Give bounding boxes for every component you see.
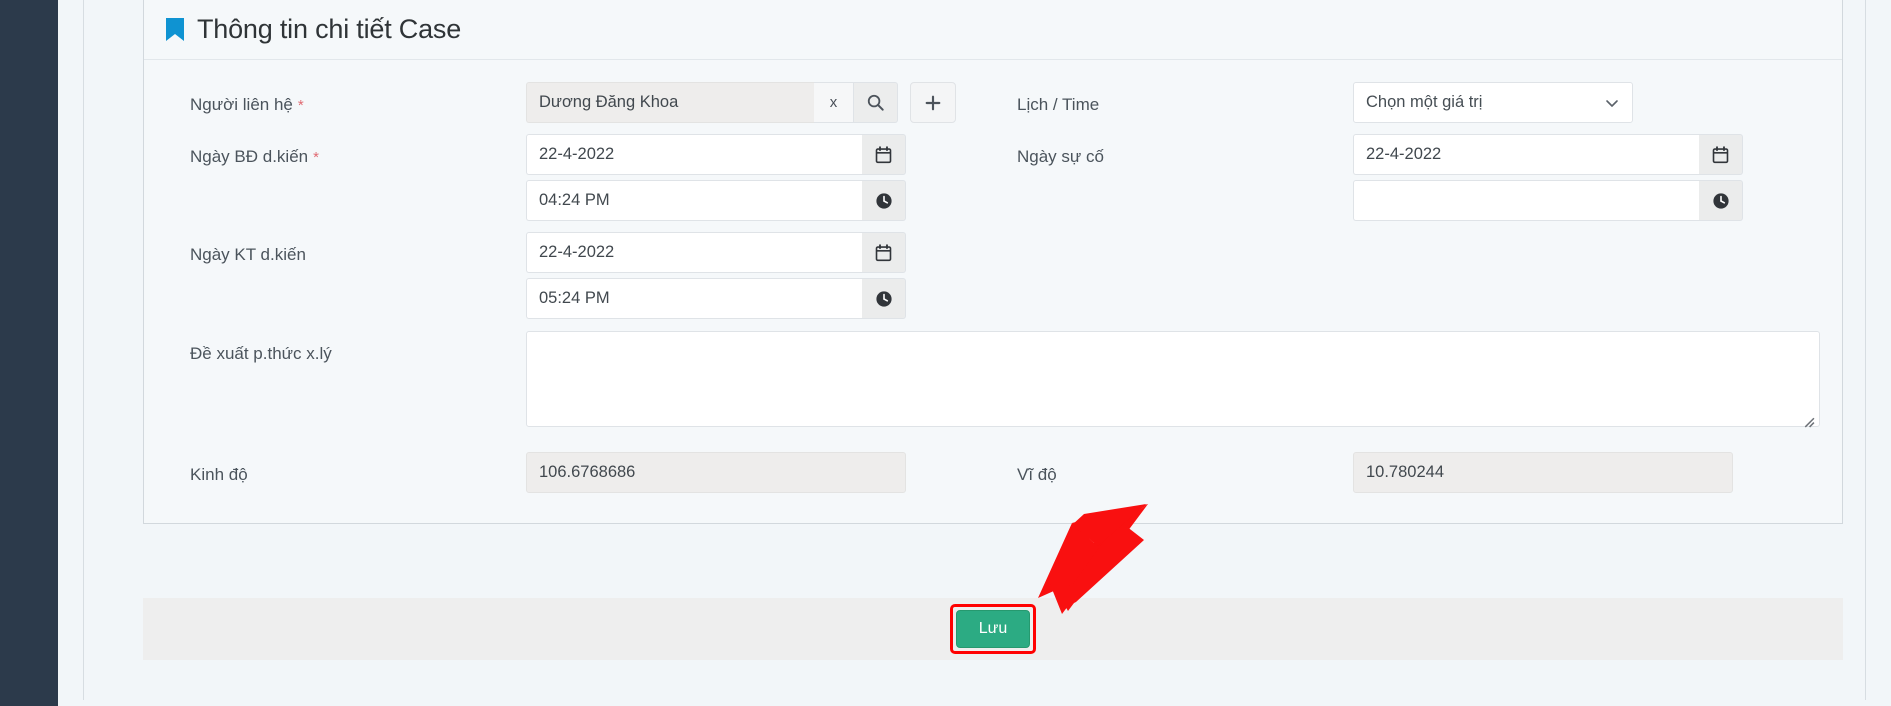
field-longitude: Kinh độ bbox=[166, 452, 993, 493]
contact-input[interactable] bbox=[526, 82, 814, 123]
start-date-group bbox=[526, 134, 906, 175]
longitude-wrap bbox=[526, 452, 993, 493]
required-marker-start-date: * bbox=[313, 149, 319, 166]
incident-time-picker-button[interactable] bbox=[1699, 180, 1743, 221]
start-date-picker-button[interactable] bbox=[862, 134, 906, 175]
form-row-start-incident: Ngày BĐ d.kiến * 22-4-2022 04:24 PM Ngày… bbox=[166, 134, 1820, 221]
label-end-date: Ngày KT d.kiến bbox=[190, 245, 306, 264]
incident-date-picker-button[interactable] bbox=[1699, 134, 1743, 175]
chevron-down-icon bbox=[1606, 99, 1618, 107]
incident-date-input[interactable] bbox=[1353, 134, 1699, 175]
calendar-icon bbox=[875, 243, 892, 261]
field-proposal: Đề xuất p.thức x.lý bbox=[166, 331, 1820, 432]
field-contact: Người liên hệ* x bbox=[166, 82, 993, 123]
start-time-group bbox=[526, 180, 906, 221]
start-time-picker-button[interactable] bbox=[862, 180, 906, 221]
end-date-group bbox=[526, 232, 906, 273]
incident-time-input[interactable] bbox=[1353, 180, 1699, 221]
form-row-contact-schedule: Người liên hệ* x bbox=[166, 82, 1820, 123]
schedule-field-wrap: Chọn một giá trị bbox=[1353, 82, 1820, 123]
calendar-icon bbox=[1712, 145, 1729, 163]
save-button-highlight: Lưu bbox=[949, 604, 1037, 654]
end-time-group bbox=[526, 278, 906, 319]
clock-icon bbox=[1712, 192, 1729, 209]
form-footer-bar: Lưu bbox=[143, 598, 1843, 660]
required-marker-contact: * bbox=[297, 97, 304, 114]
label-schedule: Lịch / Time bbox=[1017, 95, 1100, 114]
label-start-date: Ngày BĐ d.kiến * bbox=[166, 134, 526, 221]
label-latitude: Vĩ độ bbox=[1017, 465, 1057, 484]
proposal-wrap bbox=[526, 331, 1820, 432]
page-canvas: Thông tin chi tiết Case Người liên hệ* x bbox=[58, 0, 1891, 706]
form-row-proposal: Đề xuất p.thức x.lý bbox=[166, 331, 1820, 432]
label-contact-text: Người liên hệ bbox=[190, 95, 293, 114]
incident-date-group bbox=[1353, 134, 1743, 175]
contact-input-group: x bbox=[526, 82, 993, 123]
contact-add-button[interactable] bbox=[910, 82, 956, 123]
proposal-textarea[interactable] bbox=[526, 331, 1820, 427]
search-icon bbox=[867, 94, 884, 111]
page-root: Thông tin chi tiết Case Người liên hệ* x bbox=[0, 0, 1891, 706]
calendar-icon bbox=[875, 145, 892, 163]
start-date-wrap bbox=[526, 134, 993, 221]
case-detail-card: Thông tin chi tiết Case Người liên hệ* x bbox=[143, 0, 1843, 524]
clock-icon bbox=[875, 192, 892, 209]
incident-date-wrap bbox=[1353, 134, 1820, 221]
page-title: Thông tin chi tiết Case bbox=[197, 14, 462, 44]
sidebar-rail bbox=[0, 0, 58, 706]
label-incident-date: Ngày sự cố bbox=[1017, 147, 1104, 166]
form-row-end-date: Ngày KT d.kiến bbox=[166, 232, 1820, 319]
field-incident-date: Ngày sự cố bbox=[993, 134, 1820, 221]
card-body: Người liên hệ* x bbox=[144, 60, 1842, 523]
start-date-input[interactable] bbox=[526, 134, 862, 175]
end-time-input[interactable] bbox=[526, 278, 862, 319]
save-button[interactable]: Lưu bbox=[955, 610, 1031, 648]
field-start-date: Ngày BĐ d.kiến * bbox=[166, 134, 993, 221]
end-date-picker-button[interactable] bbox=[862, 232, 906, 273]
card-header: Thông tin chi tiết Case bbox=[144, 0, 1842, 60]
latitude-wrap bbox=[1353, 452, 1820, 493]
label-start-date-text: Ngày BĐ d.kiến bbox=[190, 147, 309, 166]
start-time-input[interactable] bbox=[526, 180, 862, 221]
field-schedule: Lịch / Time Chọn một giá trị bbox=[993, 82, 1820, 123]
field-latitude: Vĩ độ bbox=[993, 452, 1820, 493]
contact-field-wrap: x bbox=[526, 82, 993, 123]
field-end-date: Ngày KT d.kiến bbox=[166, 232, 993, 319]
end-date-wrap bbox=[526, 232, 993, 319]
end-date-input[interactable] bbox=[526, 232, 862, 273]
label-contact: Người liên hệ * bbox=[166, 82, 526, 123]
longitude-input[interactable] bbox=[526, 452, 906, 493]
latitude-input[interactable] bbox=[1353, 452, 1733, 493]
contact-search-button[interactable] bbox=[854, 82, 898, 123]
bookmark-icon bbox=[166, 17, 184, 41]
incident-time-group bbox=[1353, 180, 1743, 221]
field-end-date-spacer bbox=[993, 232, 1820, 319]
plus-icon bbox=[925, 95, 941, 110]
end-time-picker-button[interactable] bbox=[862, 278, 906, 319]
schedule-select[interactable]: Chọn một giá trị bbox=[1353, 82, 1633, 123]
label-proposal: Đề xuất p.thức x.lý bbox=[190, 344, 332, 363]
contact-clear-button[interactable]: x bbox=[814, 82, 854, 123]
form-row-coordinates: Kinh độ Vĩ độ bbox=[166, 452, 1820, 493]
clock-icon bbox=[875, 290, 892, 307]
schedule-select-value: Chọn một giá trị bbox=[1366, 93, 1483, 111]
label-longitude: Kinh độ bbox=[190, 465, 248, 484]
